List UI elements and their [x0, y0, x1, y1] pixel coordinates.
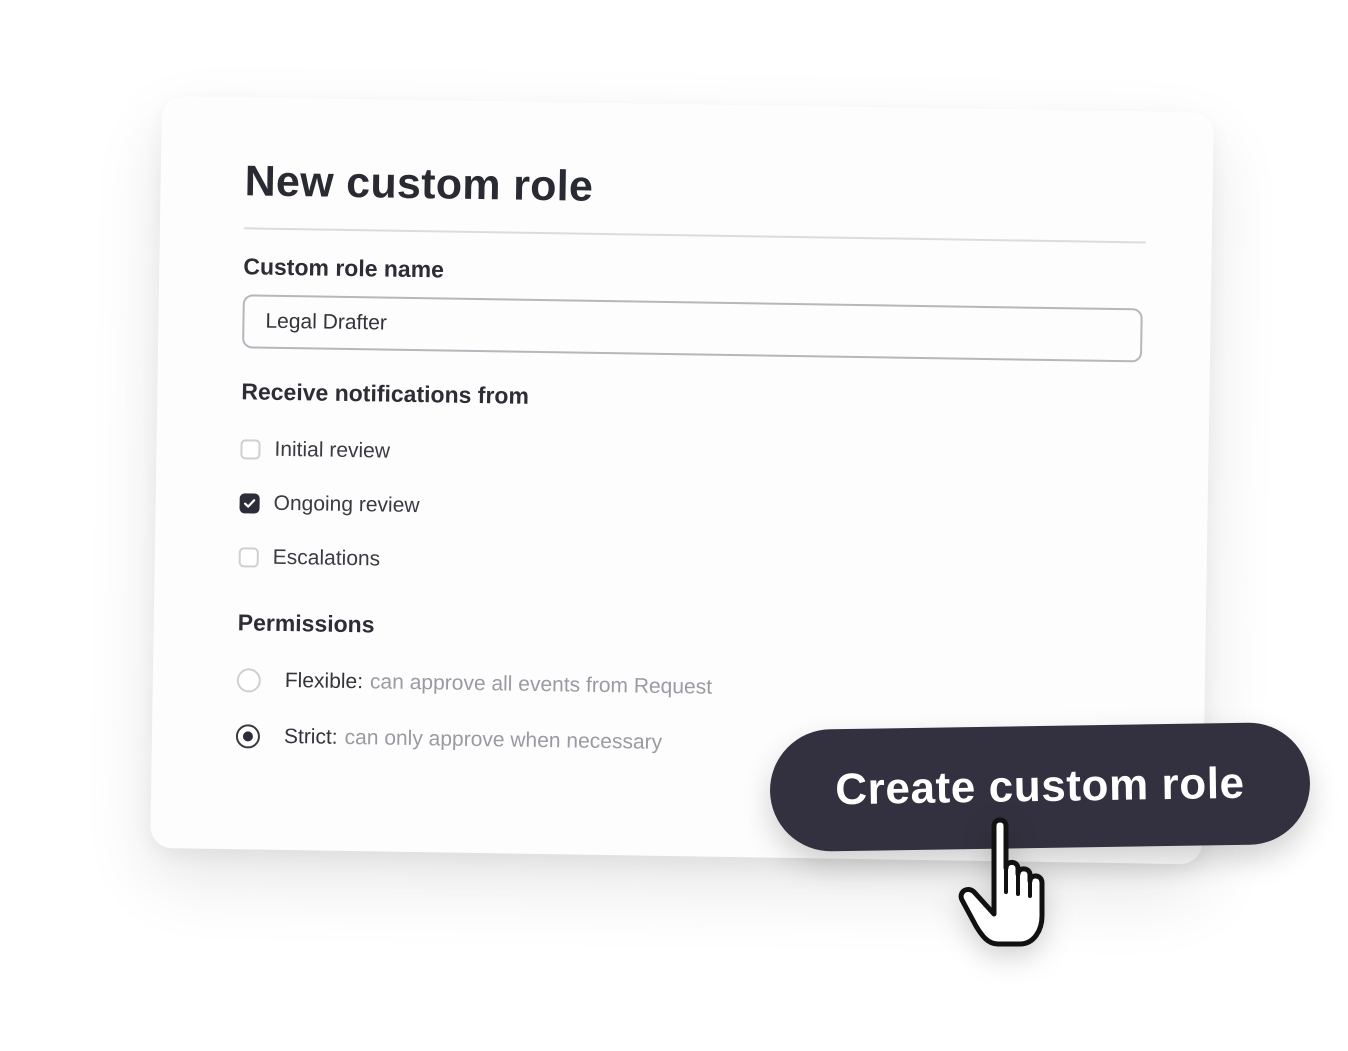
- strict-description: can only approve when necessary: [344, 725, 663, 754]
- notification-option-initial-review[interactable]: Initial review: [240, 437, 1142, 475]
- dialog-title: New custom role: [244, 157, 594, 211]
- title-divider: [243, 227, 1146, 244]
- custom-role-name-input[interactable]: Legal Drafter: [242, 294, 1143, 363]
- flexible-radio[interactable]: [236, 668, 262, 693]
- hand-pointer-icon: [958, 817, 1045, 947]
- strict-radio[interactable]: [235, 724, 261, 749]
- permissions-label: Permissions: [237, 609, 375, 638]
- ongoing-review-label: Ongoing review: [273, 491, 420, 518]
- strict-name: Strict:: [283, 724, 338, 749]
- checkmark-icon: [244, 499, 256, 508]
- dialog-content: New custom role Custom role name Legal D…: [235, 155, 1147, 764]
- flexible-name: Flexible:: [284, 669, 364, 694]
- ongoing-review-checkbox[interactable]: [239, 493, 260, 514]
- notification-option-escalations[interactable]: Escalations: [238, 545, 1141, 583]
- initial-review-label: Initial review: [274, 437, 391, 463]
- notification-option-ongoing-review[interactable]: Ongoing review: [239, 491, 1141, 529]
- initial-review-checkbox[interactable]: [240, 439, 261, 460]
- custom-role-name-label: Custom role name: [243, 253, 445, 283]
- escalations-label: Escalations: [272, 545, 381, 571]
- notifications-label: Receive notifications from: [241, 378, 530, 409]
- radio-selected-dot: [242, 731, 254, 742]
- escalations-checkbox[interactable]: [238, 547, 259, 568]
- flexible-description: can approve all events from Request: [369, 670, 713, 699]
- permission-option-flexible[interactable]: Flexible: can approve all events from Re…: [236, 666, 1139, 708]
- stage: New custom role Custom role name Legal D…: [0, 0, 1348, 1051]
